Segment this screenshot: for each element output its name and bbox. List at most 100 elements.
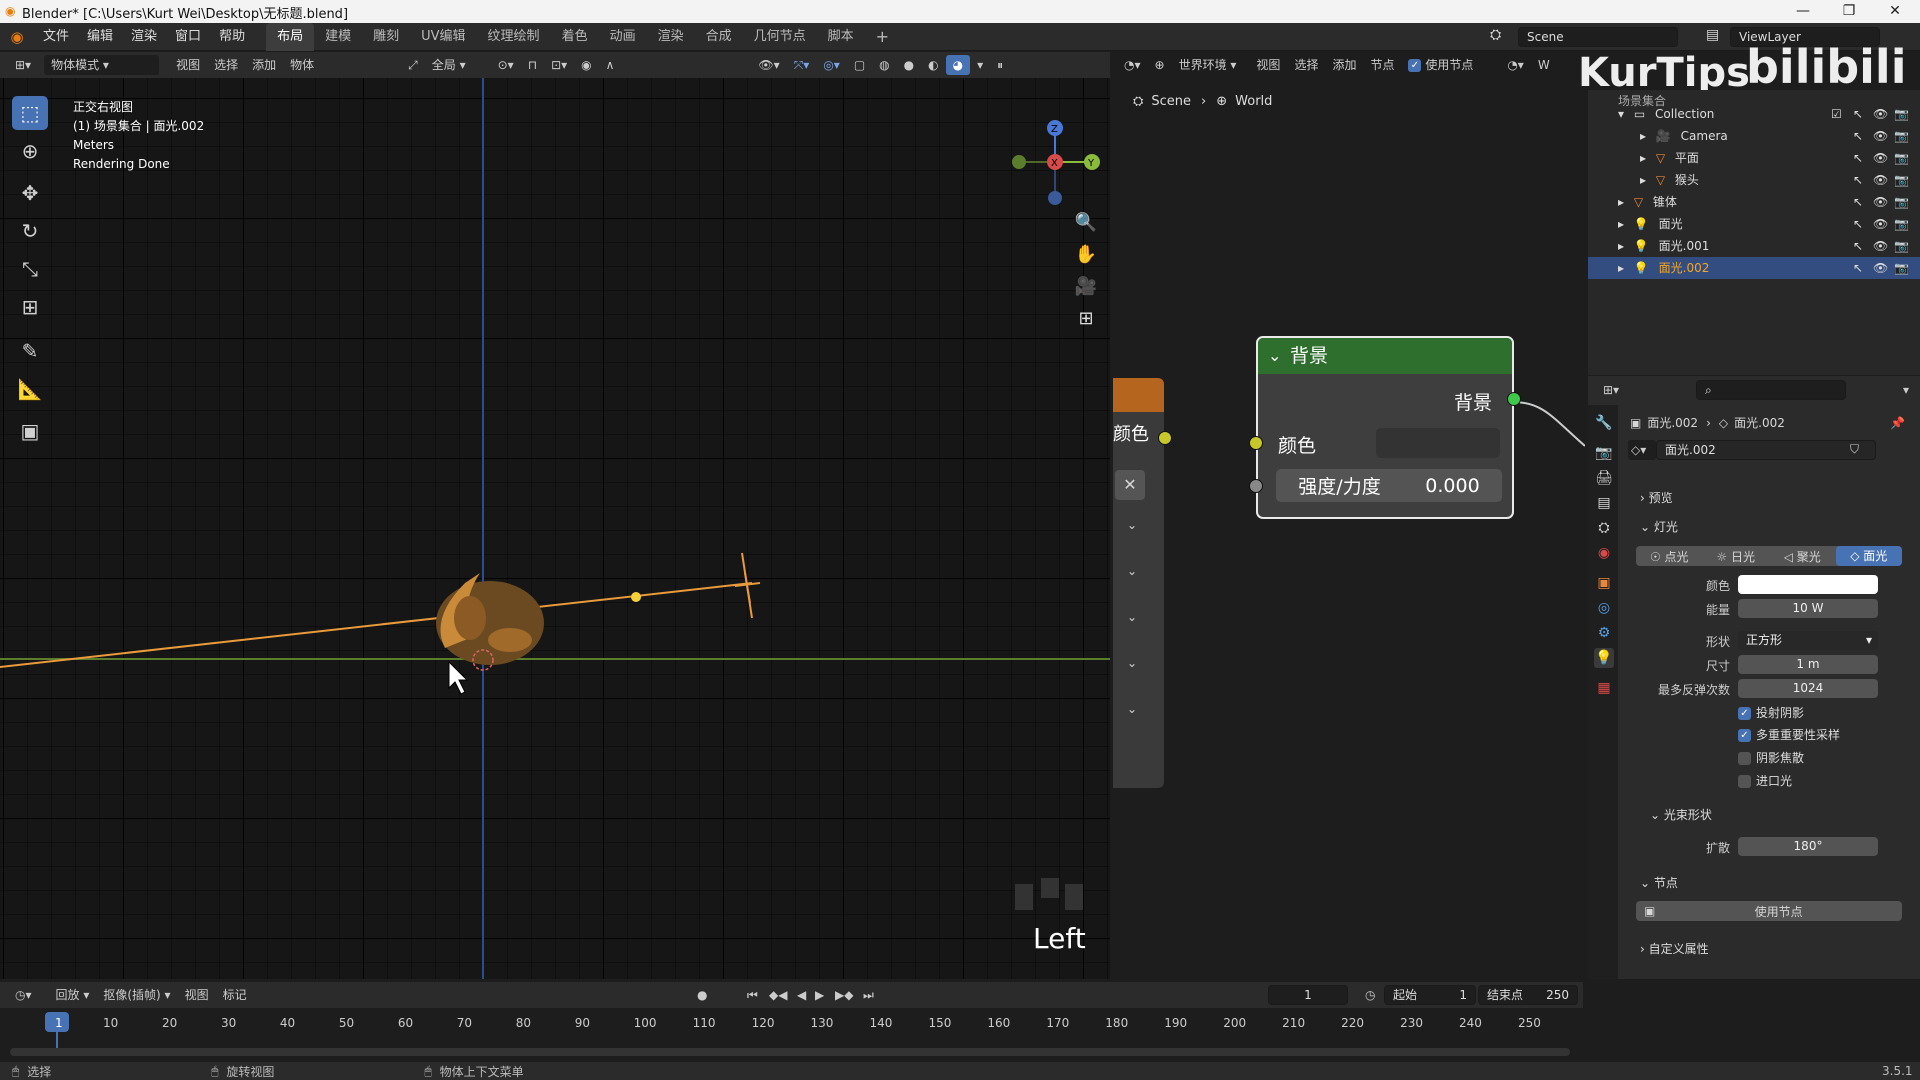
- 3d-viewport[interactable]: 正交右视图 (1) 场景集合 | 面光.002 Meters Rendering…: [0, 78, 1110, 979]
- outliner-row-area-light[interactable]: ▸ 💡 面光 ↖ 👁 📷: [1588, 213, 1920, 235]
- visibility-eye-icon[interactable]: 👁: [1873, 213, 1888, 235]
- render-camera-icon[interactable]: 📷: [1894, 191, 1909, 213]
- tab-scripting[interactable]: 脚本: [817, 23, 865, 51]
- expand-arrow-icon[interactable]: ▸: [1618, 261, 1624, 275]
- power-prop-field[interactable]: 10 W: [1738, 599, 1878, 618]
- selectable-icon[interactable]: ↖: [1853, 213, 1863, 235]
- light-type-point[interactable]: ☉ 点光: [1636, 548, 1703, 565]
- snap-target-icon[interactable]: ⊡▾: [544, 55, 574, 75]
- pan-hand-icon[interactable]: ✋: [1070, 240, 1102, 270]
- viewport-menu-object[interactable]: 物体: [283, 55, 321, 75]
- outliner-row-cone[interactable]: ▸ ▽ 锥体 ↖ 👁 📷: [1588, 191, 1920, 213]
- partial-node-chevron-3-icon[interactable]: ⌄: [1127, 610, 1137, 624]
- timeline-scrollbar[interactable]: [10, 1048, 1570, 1056]
- max-bounces-prop-field[interactable]: 1024: [1738, 679, 1878, 698]
- measure-tool-icon[interactable]: 📐: [12, 372, 48, 406]
- snap-icon[interactable]: ⊓: [521, 55, 544, 75]
- light-type-area[interactable]: ◇ 面光: [1835, 546, 1902, 566]
- visibility-eye-icon[interactable]: 👁: [1873, 235, 1888, 257]
- overlay-toggle-icon[interactable]: ◎▾: [816, 55, 847, 75]
- tab-sculpting[interactable]: 雕刻: [362, 23, 410, 51]
- properties-search-input[interactable]: ⌕: [1696, 380, 1846, 400]
- start-frame-field[interactable]: 起始 1: [1384, 985, 1476, 1005]
- selectable-icon[interactable]: ↖: [1853, 191, 1863, 213]
- timeline-menu-view[interactable]: 视图: [178, 985, 216, 1005]
- partial-node-chevron-2-icon[interactable]: ⌄: [1127, 564, 1137, 578]
- annotate-tool-icon[interactable]: ✎: [12, 334, 48, 368]
- expand-arrow-icon[interactable]: ▸: [1618, 239, 1624, 253]
- portal-checkbox[interactable]: 进口光: [1738, 772, 1792, 789]
- outliner-row-area-light-001[interactable]: ▸ 💡 面光.001 ↖ 👁 📷: [1588, 235, 1920, 257]
- section-custom-props[interactable]: › 自定义属性: [1640, 940, 1709, 957]
- rotate-tool-icon[interactable]: ↻: [12, 214, 48, 248]
- spread-prop-field[interactable]: 180°: [1738, 837, 1878, 856]
- tab-animation[interactable]: 动画: [599, 23, 647, 51]
- visibility-eye-icon[interactable]: 👁: [1873, 103, 1888, 125]
- partial-node-close-icon[interactable]: ✕: [1115, 470, 1145, 500]
- move-tool-icon[interactable]: ✥: [12, 176, 48, 210]
- datablock-browse-icon[interactable]: ◇▾: [1628, 440, 1656, 460]
- datablock-name-field[interactable]: 面光.002: [1656, 440, 1876, 460]
- cast-shadow-checkbox[interactable]: ✓ 投射阴影: [1738, 704, 1804, 721]
- selectable-icon[interactable]: ↖: [1853, 235, 1863, 257]
- menu-file[interactable]: 文件: [34, 23, 78, 51]
- color-input-socket[interactable]: [1249, 436, 1263, 450]
- light-type-spot[interactable]: ◁ 聚光: [1769, 548, 1836, 565]
- visibility-eye-icon[interactable]: 👁: [1873, 147, 1888, 169]
- expand-arrow-icon[interactable]: ▸: [1640, 129, 1646, 143]
- pause-render-icon[interactable]: ⏸: [990, 55, 1010, 75]
- section-nodes[interactable]: ⌄ 节点: [1640, 874, 1678, 891]
- timeline[interactable]: 1 10 20 30 40 50 60 70 80 90 100 110 120 130 140 150 160…: [0, 1008, 1583, 1064]
- visibility-eye-icon[interactable]: 👁: [1873, 257, 1888, 279]
- section-preview[interactable]: › 预览: [1640, 489, 1673, 506]
- size-prop-field[interactable]: 1 m: [1738, 655, 1878, 674]
- shape-prop-dropdown[interactable]: 正方形 ▾: [1738, 631, 1878, 650]
- world-env-selector[interactable]: 世界环境 ▾: [1172, 55, 1244, 75]
- menu-help[interactable]: 帮助: [210, 23, 254, 51]
- light-type-sun[interactable]: ☼ 日光: [1703, 548, 1770, 565]
- tool-tab-icon[interactable]: 🔧: [1594, 413, 1614, 433]
- scene-icon[interactable]: ⛭: [1490, 27, 1501, 43]
- checkbox-icon[interactable]: ✓: [1738, 707, 1751, 720]
- jump-end-icon[interactable]: ⏭: [856, 985, 881, 1005]
- expand-arrow-icon[interactable]: ▸: [1640, 173, 1646, 187]
- camera-view-icon[interactable]: 🎥: [1070, 272, 1102, 302]
- render-camera-icon[interactable]: 📷: [1894, 125, 1909, 147]
- visibility-icon[interactable]: 👁▾: [751, 55, 786, 75]
- partial-node-chevron-4-icon[interactable]: ⌄: [1127, 656, 1137, 670]
- section-beam-shape[interactable]: ⌄ 光束形状: [1650, 806, 1712, 823]
- color-input-swatch[interactable]: [1376, 428, 1500, 458]
- tab-shading[interactable]: 着色: [551, 23, 599, 51]
- timeline-editor-type-icon[interactable]: ◷▾: [8, 985, 39, 1005]
- timeline-menu-playback[interactable]: 回放 ▾: [49, 985, 97, 1005]
- viewport-menu-select[interactable]: 选择: [207, 55, 245, 75]
- world-env-icon[interactable]: ⊕: [1148, 55, 1172, 75]
- world-datablock-icon[interactable]: ◔▾: [1500, 55, 1531, 75]
- menu-render[interactable]: 渲染: [122, 23, 166, 51]
- xray-icon[interactable]: ▢: [847, 55, 872, 75]
- outliner-row-camera[interactable]: ▸ 🎥 Camera ↖ 👁 📷: [1588, 125, 1920, 147]
- proportional-edit-icon[interactable]: ◉: [574, 55, 598, 75]
- checkbox-icon[interactable]: ✓: [1738, 729, 1751, 742]
- shading-options-icon[interactable]: ▾: [970, 55, 990, 75]
- node-menu-add[interactable]: 添加: [1325, 55, 1363, 75]
- scene-selector[interactable]: Scene: [1518, 27, 1678, 47]
- strength-input-socket[interactable]: [1249, 479, 1263, 493]
- mis-checkbox[interactable]: ✓ 多重重要性采样: [1738, 726, 1840, 743]
- selectable-icon[interactable]: ↖: [1853, 257, 1863, 279]
- editor-type-icon[interactable]: ⊞▾: [8, 55, 38, 75]
- outliner-row-monkey[interactable]: ▸ ▽ 猴头 ↖ 👁 📷: [1588, 169, 1920, 191]
- expand-arrow-icon[interactable]: ▸: [1618, 217, 1624, 231]
- blender-menu-icon[interactable]: ◉: [0, 28, 34, 46]
- add-cube-tool-icon[interactable]: ▣: [12, 414, 48, 448]
- ortho-grid-icon[interactable]: ⊞: [1070, 304, 1102, 334]
- background-node-header[interactable]: ⌄ 背景: [1258, 338, 1512, 374]
- color-prop-swatch[interactable]: [1738, 575, 1878, 594]
- tab-modeling[interactable]: 建模: [314, 23, 362, 51]
- tab-geometry-nodes[interactable]: 几何节点: [743, 23, 817, 51]
- exclude-checkbox-icon[interactable]: ☑: [1831, 103, 1842, 125]
- fake-user-shield-icon[interactable]: ⛉: [1850, 442, 1859, 457]
- checkbox-icon[interactable]: [1738, 775, 1751, 788]
- preview-range-icon[interactable]: ◷: [1358, 985, 1382, 1005]
- expand-arrow-icon[interactable]: ▾: [1618, 107, 1624, 121]
